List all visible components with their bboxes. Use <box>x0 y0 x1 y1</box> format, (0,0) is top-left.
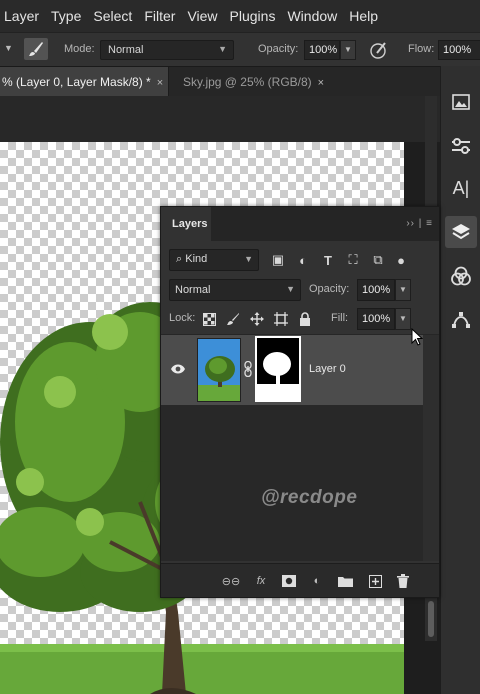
mode-value: Normal <box>108 44 144 56</box>
opacity-dropdown-button[interactable]: ▼ <box>340 40 356 60</box>
adjustments-icon <box>452 138 470 154</box>
menu-select[interactable]: Select <box>93 8 132 24</box>
paths-icon <box>452 312 470 328</box>
layer-name[interactable]: Layer 0 <box>309 363 346 375</box>
menu-window[interactable]: Window <box>287 8 337 24</box>
libraries-icon <box>452 94 470 110</box>
menu-view[interactable]: View <box>187 8 217 24</box>
filter-kind-select[interactable]: ⌕ Kind ▼ <box>169 249 259 271</box>
search-icon: ⌕ <box>176 253 183 265</box>
chevron-down-icon: ▼ <box>286 284 295 294</box>
flow-input[interactable]: 100% <box>438 40 480 60</box>
tab-sky[interactable]: Sky.jpg @ 25% (RGB/8) × <box>168 67 338 97</box>
adjustment-layer-icon[interactable]: ◐ <box>309 573 325 589</box>
lock-image-icon[interactable] <box>225 311 241 327</box>
smartobject-filter-icon[interactable]: ⧉ <box>369 251 387 269</box>
close-icon[interactable]: × <box>318 77 324 89</box>
chevron-down-icon: ▼ <box>218 44 227 54</box>
opacity-label: Opacity: <box>258 43 299 55</box>
panel-menu-icon[interactable]: ›› | ≡ <box>406 218 433 229</box>
mouse-cursor-icon <box>411 328 423 346</box>
layer-row-layer-0[interactable]: Layer 0 <box>161 335 423 405</box>
fill-input[interactable]: 100% <box>357 308 395 330</box>
tab-label: % (Layer 0, Layer Mask/8) * <box>2 75 151 89</box>
paths-panel-button[interactable] <box>445 304 477 336</box>
mode-select[interactable]: Normal ▼ <box>100 40 234 60</box>
layers-panel: Layers ›› | ≡ ⌕ Kind ▼ ▣ ◐ T ⛶ ⧉ ● Norma… <box>160 206 440 598</box>
layer-mask-thumbnail[interactable] <box>255 336 301 402</box>
new-layer-icon[interactable] <box>367 573 383 589</box>
document-tab-bar: % (Layer 0, Layer Mask/8) * × Sky.jpg @ 2… <box>0 66 440 97</box>
channels-icon <box>451 266 471 286</box>
menu-type[interactable]: Type <box>51 8 81 24</box>
lock-position-icon[interactable] <box>249 311 265 327</box>
blend-mode-value: Normal <box>175 284 211 296</box>
type-filter-icon[interactable]: T <box>319 251 337 269</box>
layers-panel-button[interactable] <box>445 216 477 248</box>
brush-icon <box>29 42 43 56</box>
character-icon: A| <box>452 177 470 198</box>
shape-filter-icon[interactable]: ⛶ <box>344 251 362 269</box>
kind-value: Kind <box>185 253 208 265</box>
layer-thumbnail[interactable] <box>197 338 241 402</box>
lock-all-icon[interactable] <box>297 311 313 327</box>
opacity-input[interactable]: 100% <box>304 40 340 60</box>
canvas-pasteboard <box>0 96 440 142</box>
options-bar: ▼ Mode: Normal ▼ Opacity: 100% ▼ Flow: 1… <box>0 32 480 66</box>
libraries-panel-button[interactable] <box>445 86 477 118</box>
menu-layer[interactable]: Layer <box>4 8 39 24</box>
layers-panel-title[interactable]: Layers <box>161 207 211 241</box>
panel-dock: A| <box>440 66 480 694</box>
character-panel-button[interactable]: A| <box>445 172 477 204</box>
airbrush-icon[interactable] <box>368 41 388 61</box>
menu-filter[interactable]: Filter <box>144 8 175 24</box>
menu-help[interactable]: Help <box>349 8 378 24</box>
layer-opacity-input[interactable]: 100% <box>357 279 395 301</box>
tab-layer0-mask[interactable]: % (Layer 0, Layer Mask/8) * × <box>0 67 168 97</box>
adjustments-panel-button[interactable] <box>445 130 477 162</box>
layer-opacity-dropdown[interactable]: ▼ <box>395 279 411 301</box>
image-filter-icon[interactable]: ▣ <box>269 251 287 269</box>
layers-icon <box>452 224 470 240</box>
filter-toggle-icon[interactable]: ● <box>392 251 410 269</box>
group-icon[interactable] <box>337 573 353 589</box>
brush-preset-picker[interactable] <box>24 38 48 60</box>
link-layers-icon[interactable]: ⊖⊖ <box>222 573 240 589</box>
layer-opacity-label: Opacity: <box>309 283 350 295</box>
blend-row: Normal ▼ Opacity: 100% ▼ <box>169 279 431 301</box>
blend-mode-select[interactable]: Normal ▼ <box>169 279 301 301</box>
menu-bar: Layer Type Select Filter View Plugins Wi… <box>0 0 480 32</box>
tool-preset-chevron-icon[interactable]: ▼ <box>4 43 13 53</box>
tab-label: Sky.jpg @ 25% (RGB/8) <box>183 75 312 89</box>
fx-icon[interactable]: fx <box>253 573 269 589</box>
close-icon[interactable]: × <box>157 77 163 89</box>
adjustment-filter-icon[interactable]: ◐ <box>294 251 312 269</box>
layers-scrollbar[interactable] <box>423 335 439 561</box>
layer-list: Layer 0 @recdope <box>161 335 439 561</box>
lock-label: Lock: <box>169 312 196 324</box>
tree-thumbnail <box>198 339 240 401</box>
filter-row: ⌕ Kind ▼ ▣ ◐ T ⛶ ⧉ ● <box>169 249 431 271</box>
watermark-text: @recdope <box>261 487 358 508</box>
mask-thumbnail <box>257 338 299 400</box>
lock-artboard-icon[interactable] <box>273 311 289 327</box>
chevron-down-icon: ▼ <box>244 254 253 264</box>
menu-plugins[interactable]: Plugins <box>230 8 276 24</box>
flow-label: Flow: <box>408 43 435 55</box>
visibility-eye-icon[interactable] <box>171 363 185 375</box>
mask-link-icon[interactable] <box>243 361 253 377</box>
layers-panel-header: Layers ›› | ≡ <box>161 207 439 241</box>
layers-footer: ⊖⊖ fx ◐ <box>161 563 439 597</box>
lock-transparent-icon[interactable] <box>201 311 217 327</box>
fill-label: Fill: <box>331 312 349 324</box>
channels-panel-button[interactable] <box>445 260 477 292</box>
mode-label: Mode: <box>64 43 95 55</box>
scrollbar-thumb[interactable] <box>428 601 434 637</box>
fill-dropdown[interactable]: ▼ <box>395 308 411 330</box>
delete-icon[interactable] <box>395 573 411 589</box>
add-mask-icon[interactable] <box>281 573 297 589</box>
lock-row: Lock: Fill: 100% ▼ <box>169 308 431 330</box>
